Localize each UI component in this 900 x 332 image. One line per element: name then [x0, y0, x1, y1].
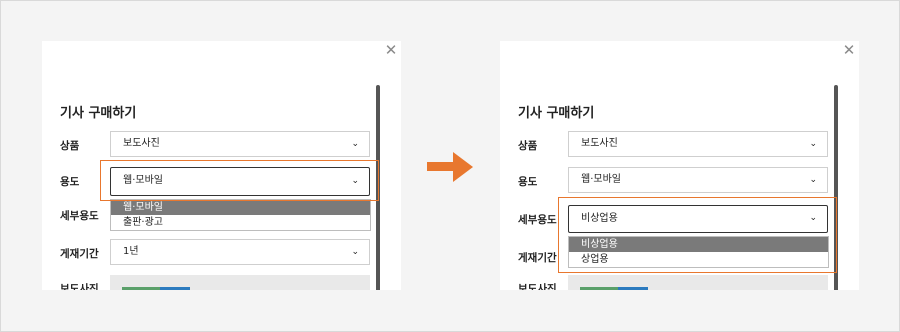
- photo-label: 보도사진: [60, 283, 99, 290]
- detail-usage-label: 세부용도: [518, 214, 557, 226]
- chevron-down-icon: ⌄: [809, 139, 817, 149]
- period-label: 게재기간: [60, 248, 99, 260]
- product-label: 상품: [518, 140, 538, 152]
- usage-select-value: 웹·모바일: [581, 174, 621, 185]
- period-label: 게재기간: [518, 252, 557, 264]
- product-label: 상품: [60, 140, 80, 152]
- close-icon[interactable]: ✕: [384, 43, 398, 58]
- chevron-down-icon: ⌄: [351, 247, 359, 257]
- photo-thumbnail-accent: [160, 287, 190, 290]
- usage-select[interactable]: 웹·모바일 ⌄: [568, 167, 828, 193]
- photo-preview: [568, 275, 828, 290]
- product-select[interactable]: 보도사진 ⌄: [110, 131, 370, 157]
- highlight-box: [558, 197, 837, 273]
- chevron-down-icon: ⌄: [351, 139, 359, 149]
- dialog-title: 기사 구매하기: [518, 106, 595, 121]
- photo-thumbnail-accent: [618, 287, 648, 290]
- period-select[interactable]: 1년 ⌄: [110, 239, 370, 265]
- usage-option-publish-ad[interactable]: 출판·광고: [111, 215, 370, 230]
- close-icon[interactable]: ✕: [842, 43, 856, 58]
- usage-dropdown: 웹·모바일 출판·광고: [110, 199, 371, 231]
- usage-option-web-mobile[interactable]: 웹·모바일: [111, 200, 370, 215]
- chevron-down-icon: ⌄: [809, 175, 817, 185]
- photo-preview: [110, 275, 370, 290]
- detail-usage-label: 세부용도: [60, 210, 99, 222]
- usage-label: 용도: [60, 176, 80, 188]
- dialog-title: 기사 구매하기: [60, 106, 137, 121]
- product-select-value: 보도사진: [123, 138, 160, 149]
- purchase-dialog-right: ✕ 기사 구매하기 상품 보도사진 ⌄ 용도 웹·모바일 ⌄ 세부용도 비상업용…: [500, 41, 859, 290]
- usage-label: 용도: [518, 176, 538, 188]
- right-arrow-icon: [427, 152, 473, 186]
- purchase-dialog-left: ✕ 기사 구매하기 상품 보도사진 ⌄ 용도 웹·모바일 ⌄ 웹·모바일 출판·…: [42, 41, 401, 290]
- period-select-value: 1년: [123, 246, 139, 257]
- photo-label: 보도사진: [518, 283, 557, 290]
- product-select-value: 보도사진: [581, 138, 618, 149]
- product-select[interactable]: 보도사진 ⌄: [568, 131, 828, 157]
- highlight-box: [100, 160, 379, 201]
